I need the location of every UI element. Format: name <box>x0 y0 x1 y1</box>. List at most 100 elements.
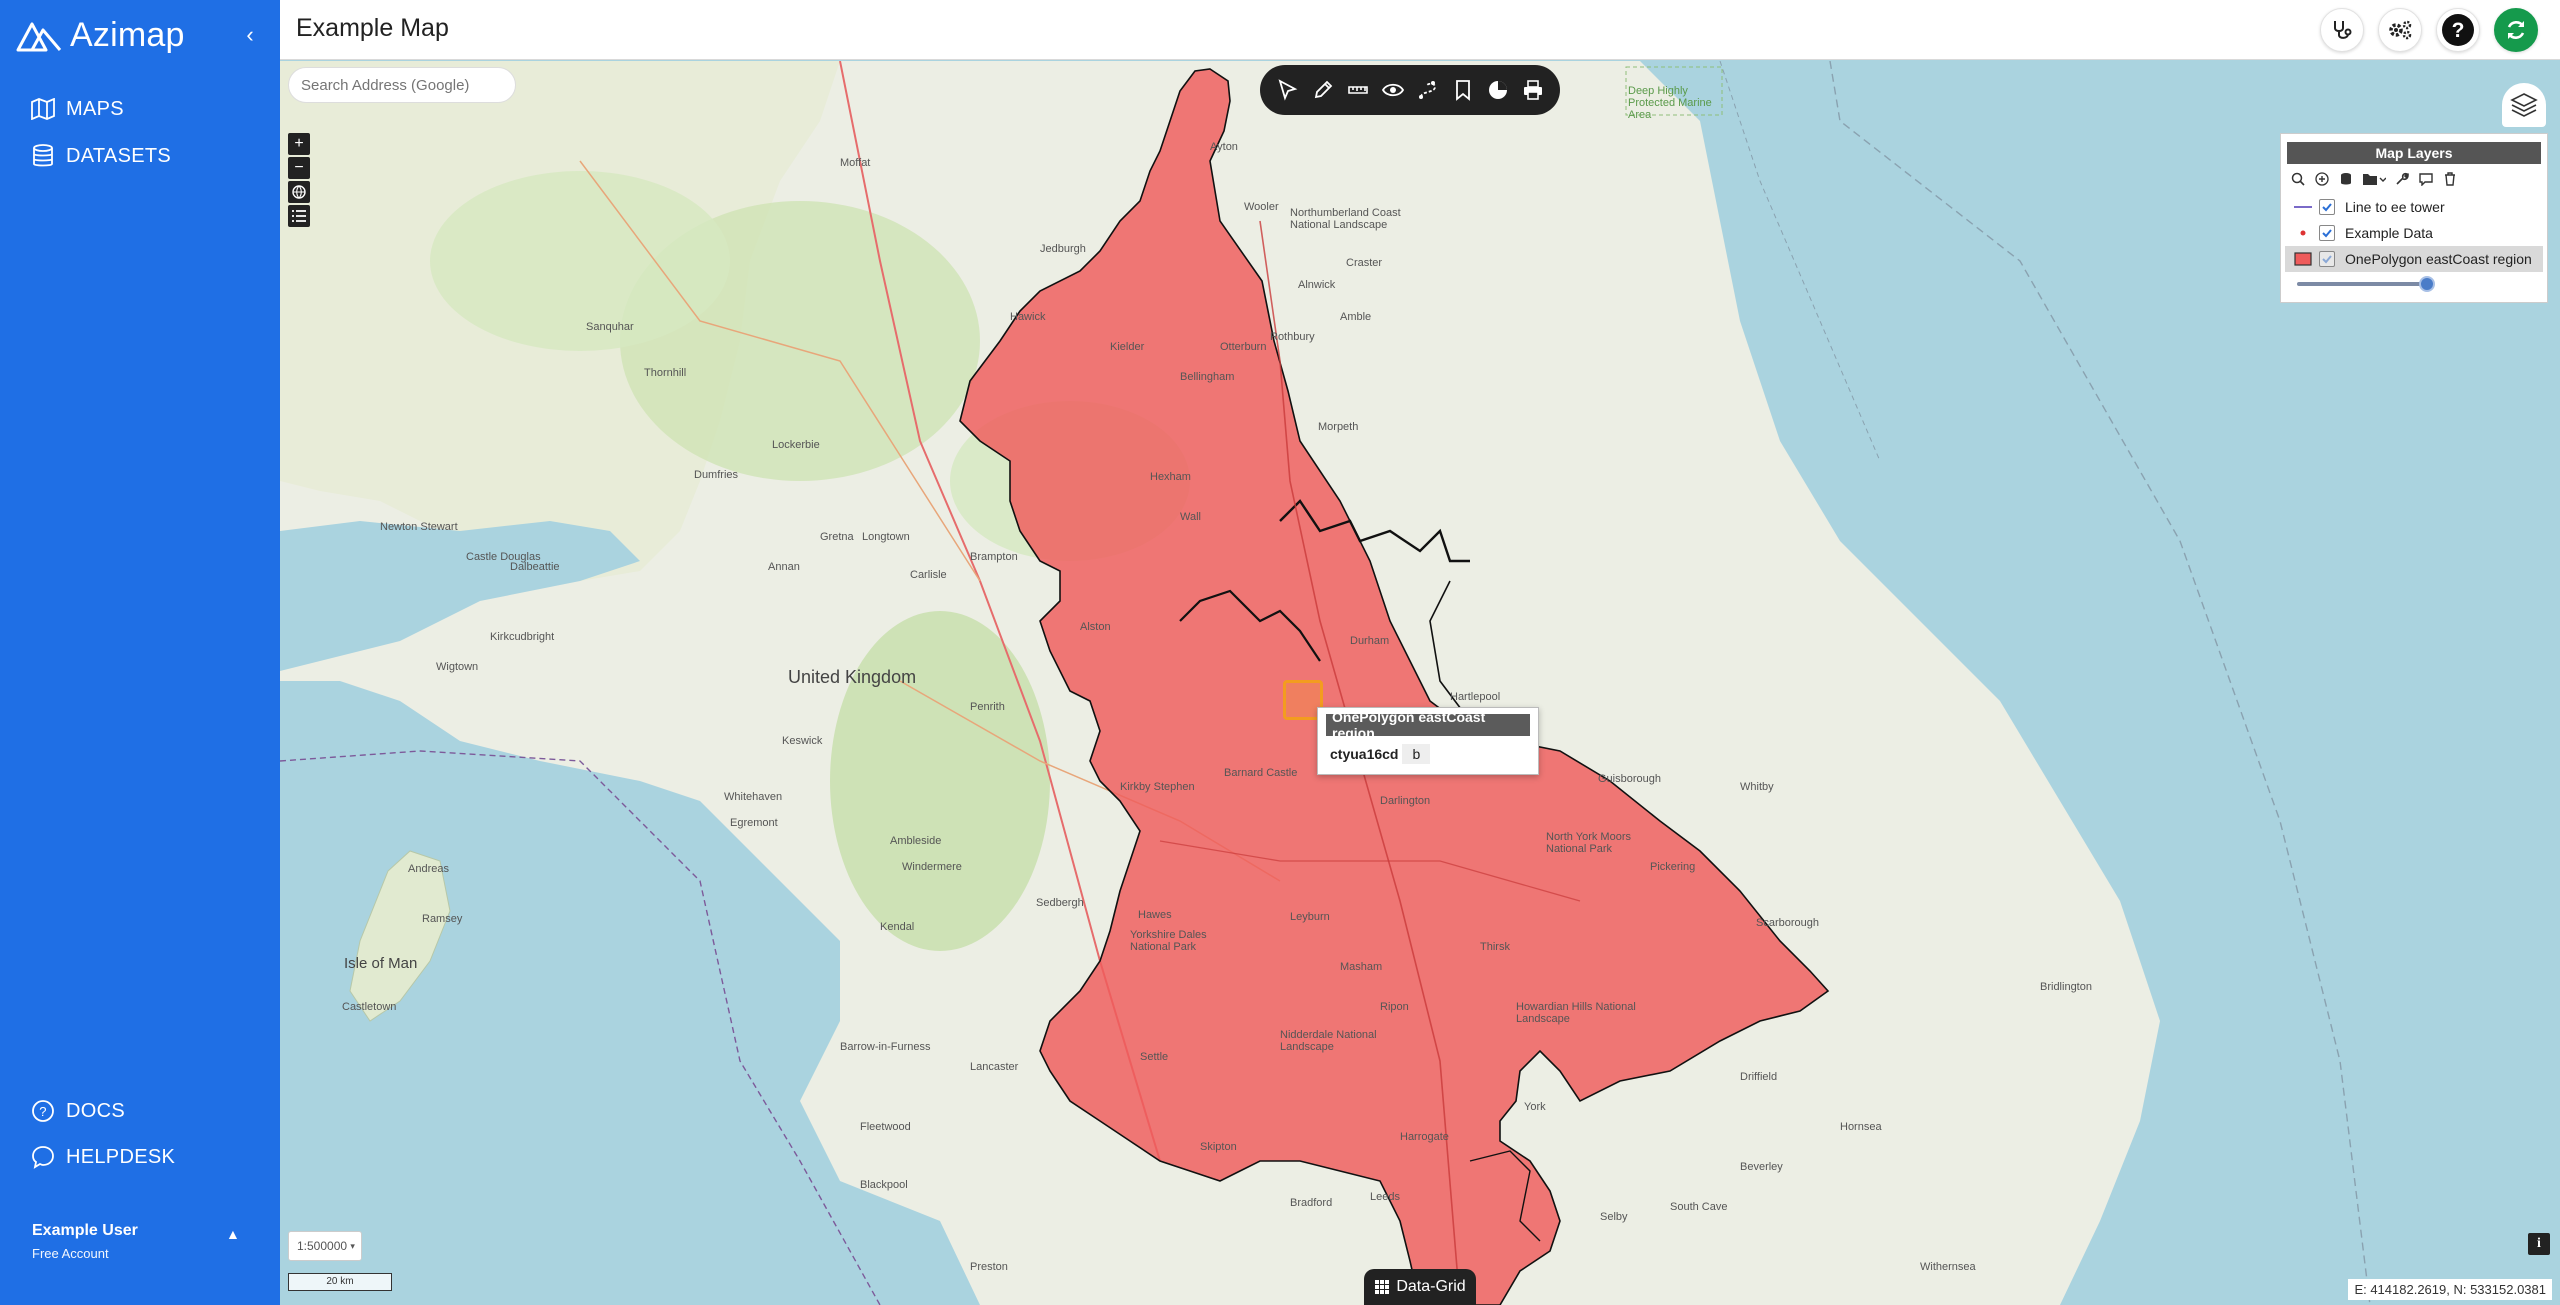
popup-attribute-key: ctyua16cd <box>1330 746 1399 762</box>
page-title: Example Map <box>296 14 449 42</box>
layer-visibility-checkbox[interactable] <box>2319 199 2335 215</box>
select-tool-button[interactable] <box>1274 75 1301 105</box>
place-label: Keswick <box>782 735 823 747</box>
place-label: Harrogate <box>1400 1131 1449 1143</box>
zoom-in-button[interactable]: + <box>288 133 310 155</box>
place-label: Guisborough <box>1598 773 1661 785</box>
refresh-button[interactable] <box>2494 8 2538 52</box>
place-label: Alnwick <box>1298 279 1336 291</box>
wrench-icon[interactable] <box>2393 171 2411 187</box>
place-label: Bradford <box>1290 1197 1333 1209</box>
database-icon <box>30 143 56 169</box>
place-label: Masham <box>1340 961 1383 973</box>
help-button[interactable]: ? <box>2436 8 2480 52</box>
place-label: Sanquhar <box>586 321 634 333</box>
collapse-sidebar-chevron-icon[interactable]: ‹ <box>240 22 260 48</box>
nav-item-helpdesk[interactable]: HELPDESK <box>30 1144 175 1170</box>
route-tool-button[interactable] <box>1414 75 1441 105</box>
nav-item-docs[interactable]: ? DOCS <box>30 1098 125 1124</box>
popup-title: OnePolygon eastCoast region <box>1326 709 1530 741</box>
data-grid-button[interactable]: Data-Grid <box>1364 1269 1476 1305</box>
layer-name: OnePolygon eastCoast region <box>2345 251 2532 267</box>
data-grid-label: Data-Grid <box>1396 1278 1466 1295</box>
place-label: United Kingdom <box>788 667 917 687</box>
layer-name: Example Data <box>2345 225 2433 241</box>
nav-item-datasets[interactable]: DATASETS <box>30 143 171 169</box>
place-label: Scarborough <box>1756 917 1819 929</box>
eye-icon <box>1381 83 1404 97</box>
visibility-tool-button[interactable] <box>1379 75 1406 105</box>
draw-tool-button[interactable] <box>1309 75 1336 105</box>
place-label: Withernsea <box>1920 1261 1976 1273</box>
pie-chart-icon <box>1488 81 1507 99</box>
address-search-input[interactable] <box>288 67 516 103</box>
place-label: Ramsey <box>422 913 463 925</box>
gears-icon <box>2389 20 2412 40</box>
map-canvas[interactable]: United Kingdom Isle of Man Carlisle York… <box>280 61 2560 1305</box>
place-label: Durham <box>1350 635 1390 647</box>
scale-selector[interactable]: 1:500000 ▾ <box>288 1231 362 1261</box>
line-symbol-icon <box>2293 200 2313 214</box>
place-label: Northumberland Coast National Landscape <box>1290 207 1401 231</box>
folder-dropdown-icon[interactable] <box>2361 171 2387 187</box>
search-icon[interactable] <box>2289 171 2307 187</box>
zoom-out-button[interactable]: − <box>288 157 310 179</box>
layer-visibility-checkbox[interactable] <box>2319 251 2335 267</box>
place-label: Leyburn <box>1290 911 1330 923</box>
app-name: Azimap <box>70 15 185 54</box>
place-label: Bellingham <box>1180 371 1235 383</box>
legend-list-button[interactable] <box>288 205 310 227</box>
place-label: Sedbergh <box>1036 897 1084 909</box>
layer-row-points[interactable]: Example Data <box>2285 220 2543 246</box>
place-label: Pickering <box>1650 861 1696 873</box>
map-zoom-controls: + − <box>288 133 312 229</box>
route-icon <box>1418 81 1436 99</box>
layers-stack-icon <box>2510 93 2538 117</box>
layer-row-line[interactable]: Line to ee tower <box>2285 194 2543 220</box>
place-label: South Cave <box>1670 1201 1728 1213</box>
place-label: Morpeth <box>1318 421 1359 433</box>
chart-tool-button[interactable] <box>1484 75 1511 105</box>
app-logo[interactable]: Azimap <box>16 12 185 58</box>
place-label: Ayton <box>1210 141 1238 153</box>
comment-icon[interactable] <box>2417 171 2435 187</box>
print-tool-button[interactable] <box>1519 75 1546 105</box>
layers-panel-title: Map Layers <box>2287 142 2541 164</box>
layers-toggle-button[interactable] <box>2502 83 2546 127</box>
place-label: Longtown <box>862 531 910 543</box>
place-label: Beverley <box>1740 1161 1783 1173</box>
svg-text:?: ? <box>2452 19 2465 42</box>
measure-tool-button[interactable] <box>1344 75 1371 105</box>
place-label: Barnard Castle <box>1224 767 1298 779</box>
layer-opacity-slider[interactable] <box>2297 276 2435 292</box>
stethoscope-button[interactable] <box>2320 8 2364 52</box>
refresh-icon <box>2507 21 2525 39</box>
map-icon <box>30 96 56 122</box>
info-button[interactable]: i <box>2528 1233 2550 1255</box>
place-label: Yorkshire Dales National Park <box>1130 929 1207 953</box>
trash-icon[interactable] <box>2441 171 2459 187</box>
slider-knob[interactable] <box>2419 276 2435 292</box>
popup-attribute-value: b <box>1402 744 1431 764</box>
place-label: Thirsk <box>1480 941 1510 953</box>
nav-item-label: DOCS <box>66 1099 125 1122</box>
settings-button[interactable] <box>2378 8 2422 52</box>
layer-visibility-checkbox[interactable] <box>2319 225 2335 241</box>
add-layer-icon[interactable] <box>2313 171 2331 187</box>
place-label: Andreas <box>408 863 449 875</box>
database-icon[interactable] <box>2337 171 2355 187</box>
sidebar: Azimap ‹ MAPS DATASETS ? DOCS HELPDESK E… <box>0 0 280 1305</box>
place-label: Rothbury <box>1270 331 1315 343</box>
place-label: Dumfries <box>694 469 739 481</box>
user-menu[interactable]: Example User Free Account <box>32 1222 138 1261</box>
layer-row-polygon[interactable]: OnePolygon eastCoast region <box>2285 246 2543 272</box>
nav-item-maps[interactable]: MAPS <box>30 96 124 122</box>
globe-extent-button[interactable] <box>288 181 310 203</box>
place-label: Driffield <box>1740 1071 1778 1083</box>
place-label: Leeds <box>1370 1191 1400 1203</box>
place-label: Jedburgh <box>1040 243 1086 255</box>
stethoscope-icon <box>2334 21 2352 39</box>
place-label: Hawes <box>1138 909 1172 921</box>
chevron-up-icon[interactable]: ▲ <box>226 1226 240 1242</box>
bookmark-tool-button[interactable] <box>1449 75 1476 105</box>
